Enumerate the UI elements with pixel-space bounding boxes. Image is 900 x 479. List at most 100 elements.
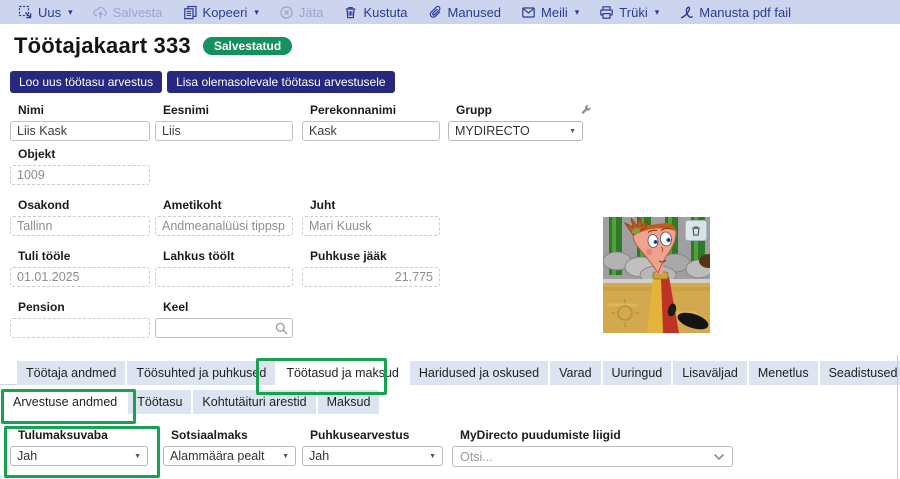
add-to-payroll-button[interactable]: Lisa olemasolevale töötasu arvestusele	[167, 71, 394, 93]
keel-label: Keel	[155, 301, 293, 314]
grupp-value: MYDIRECTO	[455, 124, 530, 138]
lahkus-toolt-label: Lahkus töölt	[155, 250, 293, 263]
perekonnanimi-input[interactable]	[302, 121, 440, 141]
header: Töötajakaart 333 Salvestatud	[14, 33, 292, 59]
sub-tabs: Arvestuse andmed Töötasu Kohtutäituri ar…	[0, 390, 381, 414]
field-osakond: Osakond	[10, 199, 150, 236]
tab-toosuhted-ja-puhkused[interactable]: Töösuhted ja puhkused	[127, 361, 277, 385]
attach-pdf-button-label: Manusta pdf fail	[699, 5, 791, 20]
chevron-down-icon[interactable]: ▾	[254, 7, 259, 18]
subtab-tootasu[interactable]: Töötasu	[128, 390, 193, 414]
field-puudumiste-liigid: MyDirecto puudumiste liigid Otsi...	[452, 429, 733, 467]
field-sotsiaalmaks: Sotsiaalmaks Alammäära pealt ▼	[163, 429, 296, 466]
new-button-label: Uus	[38, 5, 61, 20]
tab-tootasud-ja-maksud[interactable]: Töötasud ja maksud	[277, 361, 410, 385]
grupp-select[interactable]: MYDIRECTO ▼	[448, 121, 583, 141]
field-lahkus-toolt: Lahkus töölt	[155, 250, 293, 287]
puudumiste-liigid-select[interactable]: Otsi...	[452, 446, 733, 467]
puhkuse-jaak-input[interactable]	[302, 267, 440, 287]
print-button[interactable]: Trüki ▾	[589, 0, 669, 24]
pdf-icon	[679, 5, 694, 20]
employee-card-window: Uus ▾ Salvesta Kopeeri ▾ Jäta	[0, 0, 900, 479]
tab-uuringud[interactable]: Uuringud	[603, 361, 674, 385]
toolbar: Uus ▾ Salvesta Kopeeri ▾ Jäta	[0, 0, 900, 24]
perekonnanimi-label: Perekonnanimi	[302, 104, 440, 117]
copy-icon	[183, 5, 198, 20]
discard-button-label: Jäta	[299, 5, 324, 20]
email-button[interactable]: Meili ▾	[511, 0, 589, 24]
puudumiste-liigid-label: MyDirecto puudumiste liigid	[452, 429, 733, 442]
puhkusearvestus-label: Puhkusearvestus	[302, 429, 443, 442]
tulumaksuvaba-select[interactable]: Jah ▼	[10, 446, 148, 466]
subtab-maksud[interactable]: Maksud	[318, 390, 382, 414]
email-button-label: Meili	[541, 5, 568, 20]
delete-photo-button[interactable]	[685, 220, 707, 241]
tab-lisavaljad[interactable]: Lisaväljad	[673, 361, 749, 385]
employee-photo	[603, 217, 710, 333]
tulumaksuvaba-value: Jah	[17, 449, 37, 463]
grupp-label: Grupp	[448, 104, 583, 117]
create-payroll-button[interactable]: Loo uus töötasu arvestus	[10, 71, 162, 93]
attach-pdf-button[interactable]: Manusta pdf fail	[669, 0, 801, 24]
chevron-down-icon[interactable]: ▾	[655, 7, 660, 18]
field-grupp: Grupp MYDIRECTO ▼	[448, 104, 583, 141]
tab-seadistused[interactable]: Seadistused	[820, 361, 900, 385]
objekt-input[interactable]	[10, 165, 150, 185]
tab-haridused-ja-oskused[interactable]: Haridused ja oskused	[410, 361, 550, 385]
copy-button-label: Kopeeri	[203, 5, 248, 20]
objekt-label: Objekt	[10, 148, 150, 161]
tulumaksuvaba-label: Tulumaksuvaba	[10, 429, 148, 442]
print-button-label: Trüki	[619, 5, 647, 20]
select-caret-icon: ▼	[134, 453, 141, 460]
field-juht: Juht	[302, 199, 440, 236]
ametikoht-input[interactable]	[155, 216, 293, 236]
chevron-down-icon[interactable]: ▾	[68, 7, 73, 18]
puudumiste-liigid-placeholder: Otsi...	[460, 450, 493, 464]
attachments-button[interactable]: Manused	[418, 0, 511, 24]
chevron-down-icon[interactable]: ▾	[575, 7, 580, 18]
tab-tootaja-andmed[interactable]: Töötaja andmed	[17, 361, 127, 385]
tuli-toole-label: Tuli tööle	[10, 250, 150, 263]
delete-button[interactable]: Kustuta	[333, 0, 417, 24]
tuli-toole-input[interactable]	[10, 267, 150, 287]
tab-varad[interactable]: Varad	[550, 361, 602, 385]
page-title: Töötajakaart 333	[14, 33, 191, 59]
status-badge: Salvestatud	[203, 37, 292, 55]
field-pension: Pension	[10, 301, 150, 338]
juht-label: Juht	[302, 199, 440, 212]
window-edge-divider	[897, 355, 898, 479]
osakond-input[interactable]	[10, 216, 150, 236]
new-icon	[18, 5, 33, 20]
subtab-arvestuse-andmed[interactable]: Arvestuse andmed	[4, 390, 128, 414]
sotsiaalmaks-value: Alammäära pealt	[170, 449, 265, 463]
juht-input[interactable]	[302, 216, 440, 236]
copy-button[interactable]: Kopeeri ▾	[173, 0, 269, 24]
field-nimi: Nimi	[10, 104, 150, 141]
puhkusearvestus-value: Jah	[309, 449, 329, 463]
chevron-down-icon	[713, 453, 725, 461]
sotsiaalmaks-select[interactable]: Alammäära pealt ▼	[163, 446, 296, 466]
cloud-upload-icon	[93, 5, 108, 20]
subtab-kohtutaituri-arestid[interactable]: Kohtutäituri arestid	[193, 390, 317, 414]
select-caret-icon: ▼	[569, 128, 576, 135]
tab-menetlus[interactable]: Menetlus	[749, 361, 820, 385]
field-puhkusearvestus: Puhkusearvestus Jah ▼	[302, 429, 443, 466]
eesnimi-input[interactable]	[155, 121, 293, 141]
search-icon[interactable]	[275, 322, 288, 340]
lahkus-toolt-input[interactable]	[155, 267, 293, 287]
puhkusearvestus-select[interactable]: Jah ▼	[302, 446, 443, 466]
nimi-input[interactable]	[10, 121, 150, 141]
trash-icon	[690, 225, 702, 237]
new-button[interactable]: Uus ▾	[8, 0, 83, 24]
discard-button[interactable]: Jäta	[269, 0, 334, 24]
keel-input[interactable]	[155, 318, 293, 338]
pension-input[interactable]	[10, 318, 150, 338]
field-tuli-toole: Tuli tööle	[10, 250, 150, 287]
field-ametikoht: Ametikoht	[155, 199, 293, 236]
attachments-button-label: Manused	[448, 5, 501, 20]
pension-label: Pension	[10, 301, 150, 314]
eesnimi-label: Eesnimi	[155, 104, 293, 117]
settings-wrench-icon[interactable]	[580, 103, 592, 121]
save-button[interactable]: Salvesta	[83, 0, 173, 24]
discard-icon	[279, 5, 294, 20]
